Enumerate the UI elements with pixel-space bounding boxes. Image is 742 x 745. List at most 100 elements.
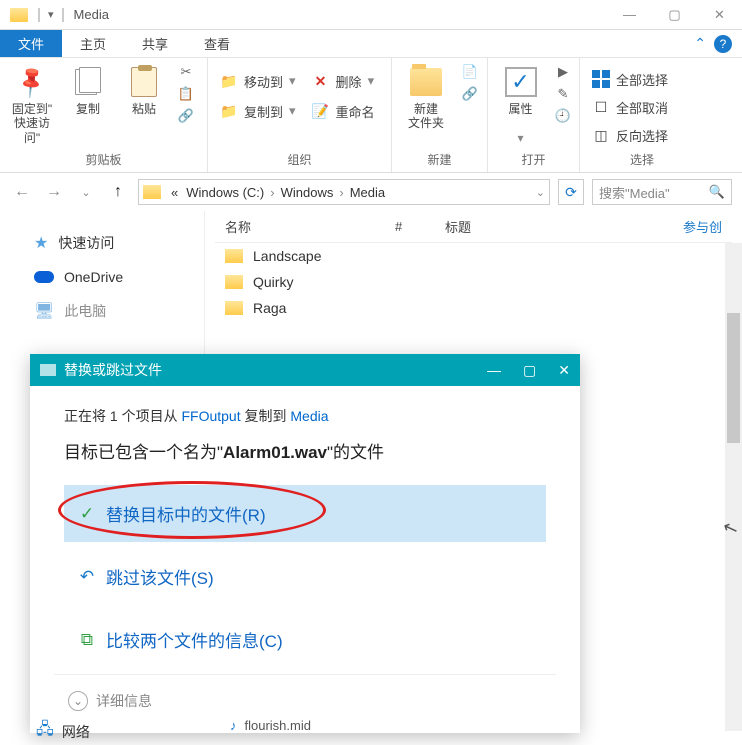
qat-dropdown-icon[interactable]: ▾ [48,8,54,21]
rename-icon: 📝 [312,102,330,120]
forward-button[interactable]: → [42,180,66,204]
details-toggle[interactable]: ⌄ 详细信息 [64,681,546,717]
column-headers: 名称 # 标题 参与创 [215,211,732,243]
delete-icon: ✕ [312,72,330,90]
refresh-button[interactable]: ⟳ [558,179,584,205]
dialog-titlebar[interactable]: 替换或跳过文件 — ▢ ✕ [30,354,580,386]
window-titlebar: ▾ Media — ▢ ✕ [0,0,742,30]
dialog-maximize-button[interactable]: ▢ [523,362,536,379]
delete-button[interactable]: ✕删除▾ [306,68,381,94]
folder-copy-icon: 📁 [220,102,238,120]
up-button[interactable]: ↑ [106,180,130,204]
list-item[interactable]: Landscape [215,243,732,269]
breadcrumb[interactable]: Windows [277,185,338,200]
paste-button[interactable]: 粘贴 [118,62,170,145]
col-contributing[interactable]: 参与创 [673,217,732,236]
history-icon[interactable]: 🕘 [553,106,573,126]
properties-button[interactable]: ✓ 属性▾ [494,62,547,145]
audio-file-icon: ♪ [230,718,237,733]
minimize-button[interactable]: — [607,0,652,30]
folder-icon [225,275,243,289]
sidebar-item-thispc[interactable]: 🖥此电脑 [8,293,196,329]
move-to-button[interactable]: 📁移动到▾ [214,68,302,94]
list-item[interactable]: ♪ flourish.mid [230,718,311,733]
breadcrumb[interactable]: Windows (C:) [182,185,268,200]
sidebar-item-onedrive[interactable]: OneDrive [8,261,196,293]
collapse-ribbon-icon[interactable]: ⌃ [694,35,706,52]
copy-button[interactable]: 复制 [62,62,114,145]
invert-icon: ◫ [592,126,610,144]
rename-button[interactable]: 📝重命名 [306,98,381,124]
group-new-label: 新建 [398,149,481,172]
close-button[interactable]: ✕ [697,0,742,30]
new-item-icon[interactable]: 📄 [460,62,480,82]
compare-icon: ⧉ [78,631,96,649]
dialog-minimize-button[interactable]: — [487,362,501,379]
ribbon: 📌 固定到"快速访问" 复制 粘贴 ✂ 📋 🔗 剪贴板 📁移动到▾ [0,58,742,173]
copy-to-button[interactable]: 📁复制到▾ [214,98,302,124]
tab-share[interactable]: 共享 [124,30,186,57]
select-none-icon: ☐ [592,98,610,116]
folder-icon [225,249,243,263]
chevron-right-icon[interactable]: › [268,185,276,200]
tab-file[interactable]: 文件 [0,30,62,57]
cut-icon[interactable]: ✂ [176,62,196,82]
check-icon: ✓ [78,505,96,523]
option-compare[interactable]: ⧉ 比较两个文件的信息(C) [64,611,546,668]
ribbon-tabs: 文件 主页 共享 查看 ⌃ ? [0,30,742,58]
list-item[interactable]: Raga [215,295,732,321]
edit-icon[interactable]: ✎ [553,84,573,104]
star-icon: ★ [34,233,48,253]
col-title[interactable]: 标题 [435,217,605,236]
dialog-icon [40,364,56,376]
folder-icon [10,8,28,22]
breadcrumb[interactable]: Media [346,185,389,200]
scrollbar-thumb[interactable] [727,313,740,443]
option-replace[interactable]: ✓ 替换目标中的文件(R) [64,485,546,542]
search-box[interactable]: 搜索"Media" 🔍 [592,179,732,205]
back-button[interactable]: ← [10,180,34,204]
sidebar-item-network[interactable]: 🖧 网络 [36,718,90,745]
open-icon[interactable]: ▶ [553,62,573,82]
new-folder-icon [410,68,442,96]
col-name[interactable]: 名称 [215,217,385,236]
dialog-message: 目标已包含一个名为"Alarm01.wav"的文件 [64,438,546,463]
list-item[interactable]: Quirky [215,269,732,295]
dialog-subtitle: 正在将 1 个项目从 FFOutput 复制到 Media [64,406,546,426]
option-skip[interactable]: ↶ 跳过该文件(S) [64,548,546,605]
col-number[interactable]: # [385,219,435,234]
select-all-button[interactable]: 全部选择 [586,66,698,92]
folder-icon [225,301,243,315]
new-folder-button[interactable]: 新建文件夹 [398,62,454,131]
chevron-right-icon[interactable]: › [337,185,345,200]
undo-icon: ↶ [78,568,96,586]
group-select-label: 选择 [586,149,698,172]
replace-skip-dialog: 替换或跳过文件 — ▢ ✕ 正在将 1 个项目从 FFOutput 复制到 Me… [30,354,580,733]
address-dropdown-icon[interactable]: ⌄ [536,186,545,199]
sidebar-item-quickaccess[interactable]: ★快速访问 [8,225,196,261]
recent-dropdown[interactable]: ⌄ [74,180,98,204]
source-link[interactable]: FFOutput [181,408,240,424]
network-icon: 🖧 [36,718,54,745]
help-icon[interactable]: ? [714,35,732,53]
group-open-label: 打开 [494,149,573,172]
pin-to-quickaccess-button[interactable]: 📌 固定到"快速访问" [6,62,58,145]
scrollbar[interactable] [725,243,742,731]
tab-view[interactable]: 查看 [186,30,248,57]
easy-access-icon[interactable]: 🔗 [460,84,480,104]
select-none-button[interactable]: ☐全部取消 [586,94,698,120]
pc-icon: 🖥 [34,301,54,321]
chevron-down-icon: ⌄ [68,691,88,711]
tab-home[interactable]: 主页 [62,30,124,57]
folder-move-icon: 📁 [220,72,238,90]
dest-link[interactable]: Media [290,408,328,424]
dialog-close-button[interactable]: ✕ [558,362,570,379]
onedrive-icon [34,271,54,283]
clipboard-icon [131,67,157,97]
maximize-button[interactable]: ▢ [652,0,697,30]
invert-selection-button[interactable]: ◫反向选择 [586,122,698,148]
copy-path-icon[interactable]: 📋 [176,84,196,104]
address-row: ← → ⌄ ↑ « Windows (C:) › Windows › Media… [0,173,742,211]
address-bar[interactable]: « Windows (C:) › Windows › Media ⌄ [138,179,550,205]
paste-shortcut-icon[interactable]: 🔗 [176,106,196,126]
